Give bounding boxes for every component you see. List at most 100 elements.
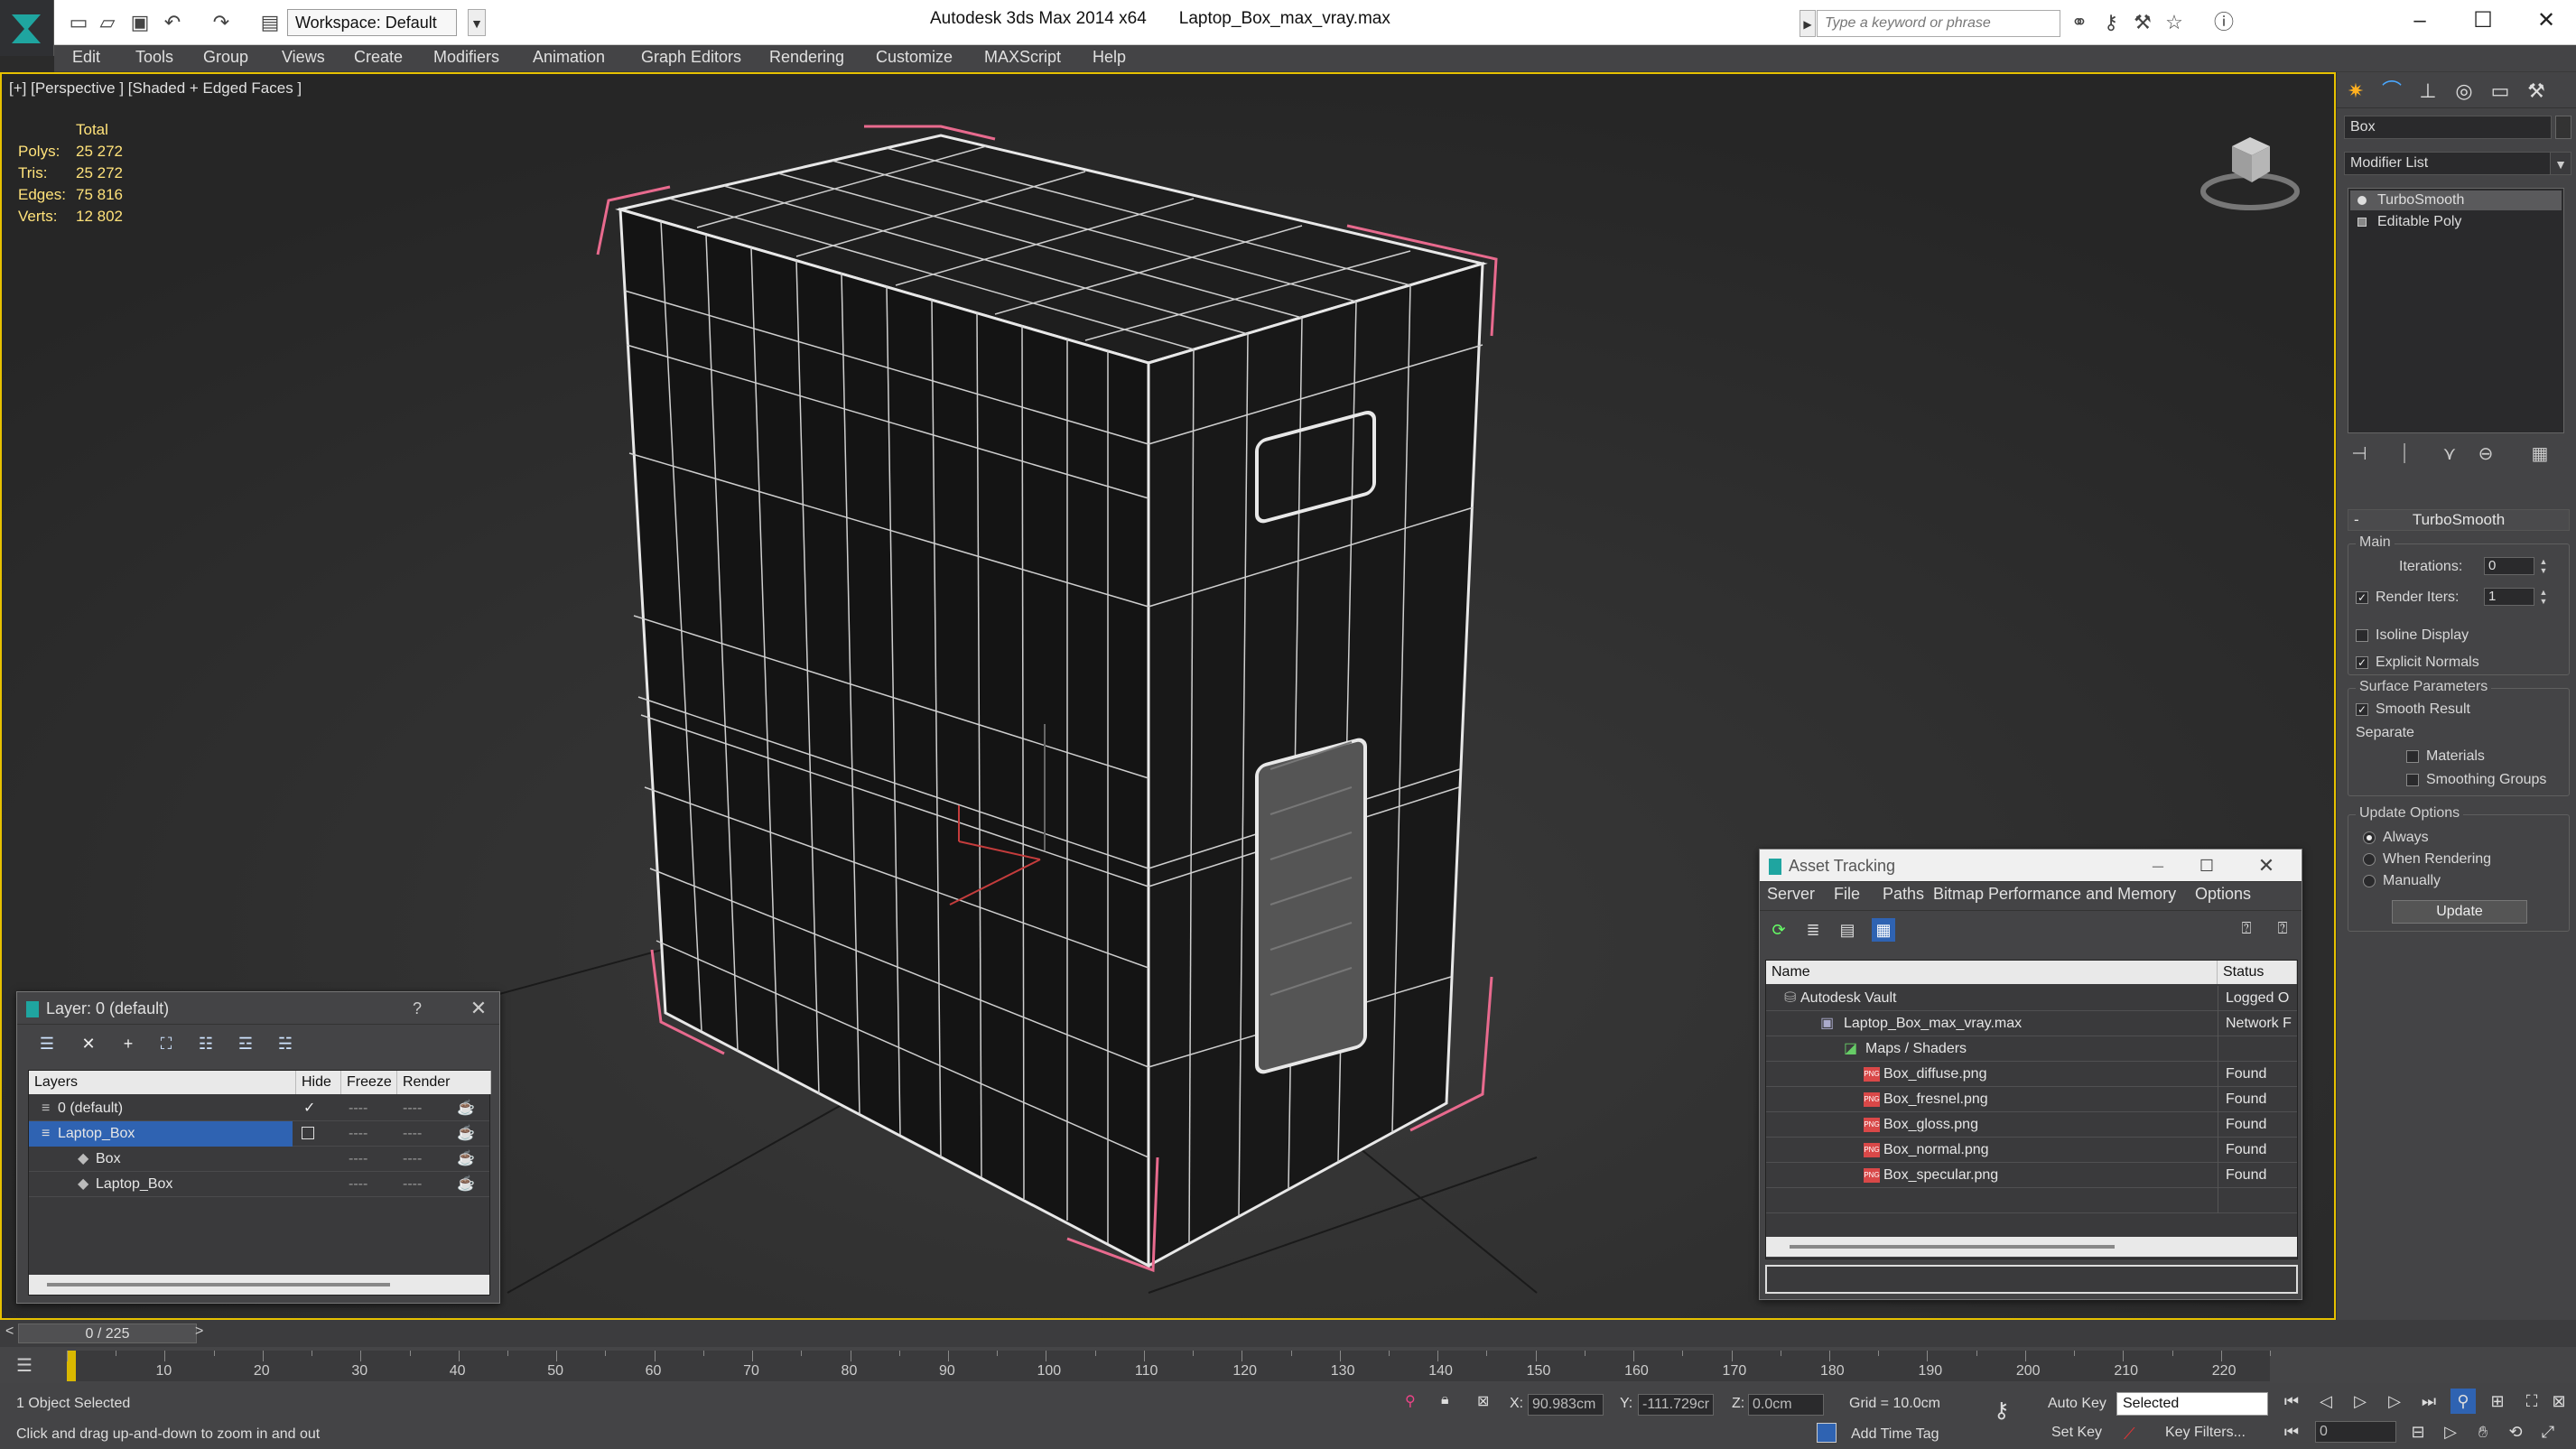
thumbnail-view-icon[interactable]: ▤ (1836, 918, 1859, 942)
maximize-viewport-icon[interactable]: ⤢ (2535, 1419, 2561, 1444)
menu-tools[interactable]: Tools (135, 48, 173, 67)
menu-modifiers[interactable]: Modifiers (433, 48, 499, 67)
close-icon[interactable]: ✕ (463, 992, 494, 1025)
tools-icon[interactable]: ⚒ (2131, 11, 2154, 34)
hide-all-layers-icon[interactable]: ☲ (234, 1032, 257, 1055)
menu-create[interactable]: Create (354, 48, 403, 67)
time-tag-icon[interactable] (1817, 1423, 1837, 1443)
materials-checkbox[interactable] (2406, 749, 2419, 763)
help-icon[interactable]: ⓘ (2212, 11, 2236, 34)
display-tab-icon[interactable]: ▭ (2487, 78, 2514, 105)
add-to-layer-icon[interactable]: + (116, 1032, 140, 1055)
render-iters-checkbox[interactable]: ✓ (2356, 590, 2368, 604)
zoom-extents-all-icon[interactable]: ⊠ (2546, 1389, 2571, 1414)
freeze-toggle[interactable]: ---- (403, 1172, 422, 1197)
key-mode-icon[interactable]: ⏮ (2279, 1419, 2304, 1444)
hide-toggle[interactable]: ---- (349, 1172, 367, 1197)
freeze-toggle[interactable]: ---- (403, 1121, 422, 1147)
key-filters-button[interactable]: Key Filters... (2165, 1425, 2246, 1441)
configure-sets-icon[interactable]: ▦ (2528, 442, 2552, 466)
minimize-button[interactable]: – (2393, 4, 2447, 38)
asset-menu-options[interactable]: Options (2195, 885, 2251, 904)
isoline-display-checkbox[interactable] (2356, 628, 2368, 642)
curve-editor-icon[interactable]: ☰ (16, 1354, 33, 1377)
play-icon[interactable]: ▷ (2348, 1389, 2373, 1414)
viewcube-icon[interactable] (2196, 119, 2304, 218)
menu-group[interactable]: Group (203, 48, 248, 67)
make-unique-icon[interactable]: ⋎ (2438, 442, 2461, 466)
col-status[interactable]: Status (2218, 961, 2297, 984)
chevron-down-icon[interactable]: ▼ (2550, 152, 2571, 175)
iterations-spinner[interactable]: 0 (2484, 557, 2534, 575)
render-teapot-icon[interactable]: ☕ (457, 1147, 475, 1172)
search-input[interactable]: Type a keyword or phrase (1817, 10, 2060, 37)
update-button[interactable]: Update (2392, 900, 2527, 924)
table-row[interactable]: PNG Box_specular.png Found (1766, 1163, 2297, 1188)
asset-menu-bitmap-performance[interactable]: Bitmap Performance and Memory (1933, 885, 2176, 904)
y-coordinate-field[interactable]: -111.729cr (1638, 1394, 1714, 1416)
selection-set-dropdown[interactable]: Selected (2116, 1392, 2268, 1416)
binoculars-icon[interactable]: ⚭ (2068, 11, 2091, 34)
render-iters-spinner[interactable]: 1 (2484, 588, 2534, 606)
table-row[interactable]: ◪ Maps / Shaders (1766, 1036, 2297, 1062)
col-freeze[interactable]: Freeze (341, 1071, 397, 1094)
vault-help-icon[interactable]: ⍰ (2235, 916, 2258, 940)
menu-customize[interactable]: Customize (876, 48, 953, 67)
manually-radio[interactable] (2363, 874, 2376, 887)
maximize-button[interactable]: ☐ (2456, 4, 2510, 38)
maximize-icon[interactable]: ☐ (2191, 850, 2222, 882)
auto-key-button[interactable]: Auto Key (2048, 1396, 2106, 1412)
when-rendering-radio[interactable] (2363, 852, 2376, 866)
table-row[interactable]: ≡ 0 (default) ✓ ---- ---- ☕ (29, 1096, 489, 1121)
highlight-layer-icon[interactable]: ☷ (194, 1032, 218, 1055)
render-iters-spin-arrows[interactable]: ▲ ▼ (2538, 588, 2549, 606)
col-hide[interactable]: Hide (296, 1071, 341, 1094)
hide-toggle[interactable]: ---- (349, 1121, 367, 1147)
refresh-icon[interactable]: ⟳ (1767, 918, 1790, 942)
project-folder-icon[interactable]: ▤ (258, 11, 282, 34)
next-frame-arrow[interactable]: > (195, 1324, 203, 1340)
orbit-icon[interactable]: ⟲ (2503, 1419, 2528, 1444)
modify-tab-icon[interactable]: ⌒ (2378, 78, 2405, 105)
table-row[interactable]: PNG Box_fresnel.png Found (1766, 1087, 2297, 1112)
layer-panel-title-bar[interactable]: Layer: 0 (default) ? ✕ (17, 992, 499, 1025)
table-row[interactable]: PNG Box_gloss.png Found (1766, 1112, 2297, 1138)
time-slider[interactable]: 0 / 225 (18, 1324, 197, 1343)
table-row[interactable]: ▣ Laptop_Box_max_vray.max Network F (1766, 1011, 2297, 1036)
table-view-icon[interactable]: ▦ (1872, 918, 1895, 942)
help-button[interactable]: ? (402, 992, 432, 1025)
asset-horizontal-scrollbar[interactable] (1766, 1237, 2297, 1257)
minimize-icon[interactable]: – (2143, 850, 2173, 882)
time-config-icon[interactable]: ⊟ (2405, 1419, 2431, 1444)
render-teapot-icon[interactable]: ☕ (457, 1121, 475, 1147)
z-coordinate-field[interactable]: 0.0cm (1748, 1394, 1824, 1416)
motion-tab-icon[interactable]: ◎ (2450, 78, 2478, 105)
render-teapot-icon[interactable]: ☕ (457, 1096, 475, 1121)
go-to-end-icon[interactable]: ⏭ (2416, 1389, 2441, 1414)
layer-horizontal-scrollbar[interactable] (29, 1275, 489, 1295)
app-logo-button[interactable] (0, 0, 54, 56)
undo-icon[interactable]: ↶ (161, 11, 184, 34)
scrollbar-thumb[interactable] (1790, 1245, 2115, 1249)
table-row[interactable]: ◆ Laptop_Box ---- ---- ☕ (29, 1172, 489, 1197)
iterations-spin-arrows[interactable]: ▲ ▼ (2538, 557, 2549, 575)
zoom-icon[interactable]: ⚲ (2450, 1389, 2476, 1414)
table-row[interactable]: ◆ Box ---- ---- ☕ (29, 1147, 489, 1172)
asset-path-field[interactable] (1765, 1265, 2298, 1294)
pin-stack-icon[interactable]: ⊣ (2348, 442, 2371, 466)
table-row[interactable]: PNG Box_normal.png Found (1766, 1138, 2297, 1163)
save-file-icon[interactable]: ▣ (128, 11, 152, 34)
close-button[interactable]: ✕ (2519, 4, 2573, 38)
x-coordinate-field[interactable]: 90.983cm (1528, 1394, 1604, 1416)
set-key-button[interactable]: Set Key (2051, 1425, 2102, 1441)
asset-menu-server[interactable]: Server (1767, 885, 1815, 904)
key-filters-icon[interactable]: ⟋ (2124, 1425, 2135, 1444)
new-file-icon[interactable]: ▭ (67, 11, 90, 34)
col-render[interactable]: Render (397, 1071, 491, 1094)
previous-frame-icon[interactable]: ◁ (2313, 1389, 2339, 1414)
time-cursor[interactable] (67, 1351, 76, 1381)
expand-icon[interactable] (2357, 218, 2367, 227)
prev-frame-arrow[interactable]: < (5, 1324, 14, 1340)
close-icon[interactable]: ✕ (2251, 850, 2282, 882)
isolate-icon[interactable]: ⚲ (1405, 1392, 1416, 1410)
